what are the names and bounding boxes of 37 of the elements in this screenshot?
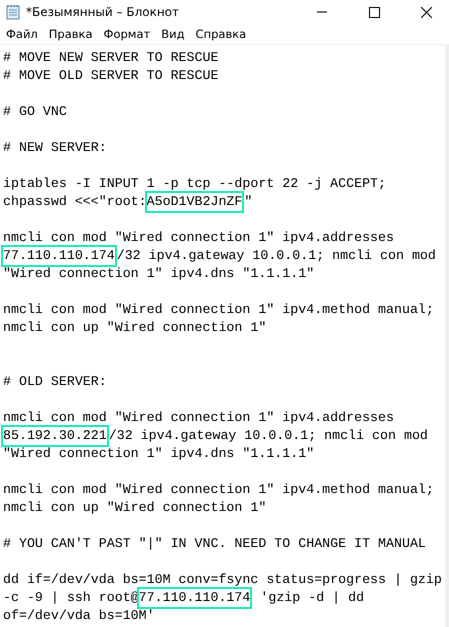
menu-item[interactable]: Файл — [2, 27, 45, 41]
code-text: 'gzip -d | dd — [259, 589, 364, 607]
close-icon — [420, 6, 432, 18]
code-text: # MOVE NEW SERVER TO RESCUE — [3, 49, 218, 67]
code-text: /32 ipv4.gateway 10.0.0.1; nmcli con mod — [116, 247, 436, 265]
code-text: nmcli con mod "Wired connection 1" ipv4.addresses — [3, 229, 394, 247]
code-text: "Wired connection 1" ipv4.dns "1.1.1.1" — [3, 445, 314, 463]
highlighted-text: 77.110.110.174 — [3, 247, 115, 265]
code-text: dd if=/dev/vda bs=10M conv=fsync status=progress | gzip — [3, 571, 442, 589]
code-text: iptables -I INPUT 1 -p tcp --dport 22 -j ACCEPT; — [3, 175, 386, 193]
menu-item[interactable]: Вид — [157, 27, 192, 41]
code-text: of=/dev/vda bs=10M' — [3, 607, 155, 625]
highlighted-text: 85.192.30.221 — [3, 427, 107, 445]
highlighted-text: 77.110.110.174 — [138, 589, 250, 607]
code-text: # GO VNC — [3, 103, 67, 121]
code-text: chpasswd <<<"root: — [3, 193, 147, 211]
code-text: # NEW SERVER: — [3, 139, 107, 157]
menu-item[interactable]: Справка — [192, 27, 254, 41]
code-text: nmcli con mod "Wired connection 1" ipv4.method manual; — [3, 301, 434, 319]
window-title: *Безымянный – Блокнот — [26, 5, 180, 19]
code-text: nmcli con mod "Wired connection 1" ipv4.addresses — [3, 409, 394, 427]
code-text: "Wired connection 1" ipv4.dns "1.1.1.1" — [3, 265, 314, 283]
menu-item[interactable]: Формат — [100, 27, 158, 41]
code-text: # OLD SERVER: — [3, 373, 107, 391]
minimize-icon — [316, 11, 328, 13]
maximize-icon — [368, 6, 380, 18]
code-text: -c -9 | ssh root@ — [3, 589, 139, 607]
code-text: /32 ipv4.gateway 10.0.0.1; nmcli con mod — [108, 427, 428, 445]
menu-item[interactable]: Правка — [44, 27, 100, 41]
code-text: # YOU CAN'T PAST "|" IN VNC. NEED TO CHANGE IT MANUAL — [3, 535, 426, 553]
highlighted-text: A5oD1VB2JnZF — [146, 193, 242, 211]
code-text: # MOVE OLD SERVER TO RESCUE — [3, 67, 218, 85]
code-text: " — [244, 193, 252, 211]
code-text: nmcli con up "Wired connection 1" — [3, 499, 266, 517]
notepad-icon — [6, 4, 20, 20]
code-text: nmcli con up "Wired connection 1" — [3, 319, 266, 337]
code-text: nmcli con mod "Wired connection 1" ipv4.method manual; — [3, 481, 434, 499]
